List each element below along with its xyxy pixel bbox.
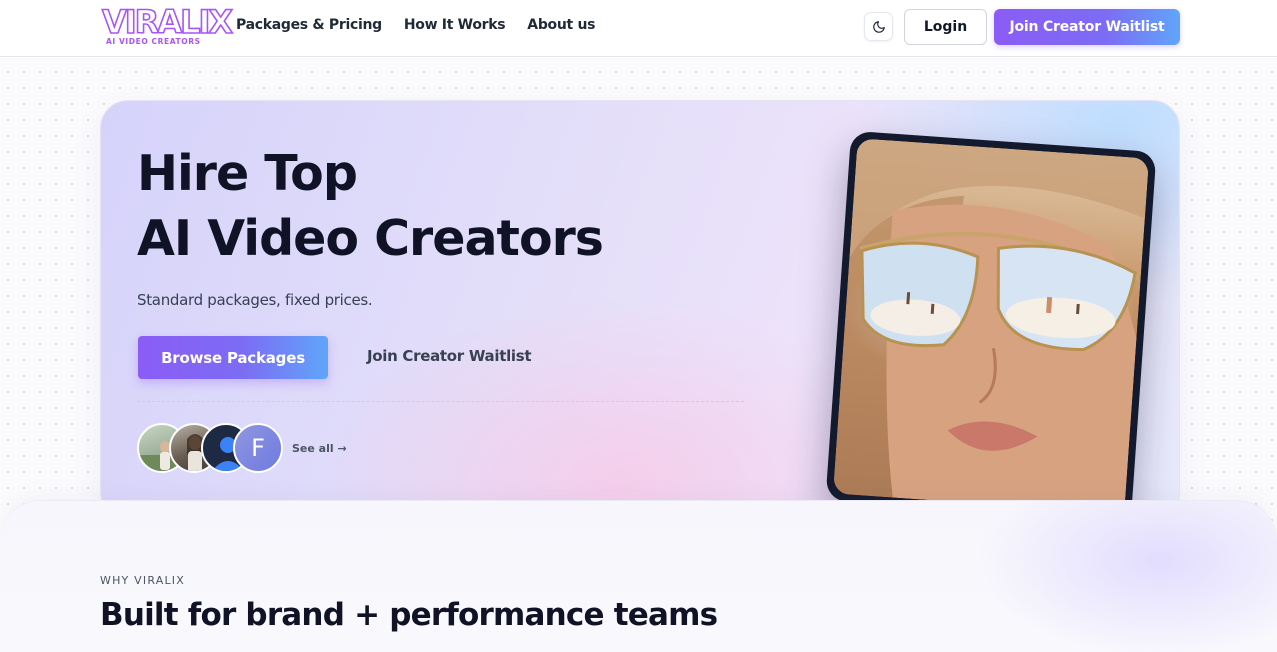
hero-subtitle: Standard packages, fixed prices. — [137, 291, 373, 309]
join-waitlist-link[interactable]: Join Creator Waitlist — [367, 347, 532, 365]
join-waitlist-button[interactable]: Join Creator Waitlist — [994, 9, 1180, 45]
hero-title-line-2: AI Video Creators — [137, 210, 604, 267]
why-viralix-section: WHY VIRALIX Built for brand + performanc… — [0, 500, 1277, 652]
viralix-logo[interactable]: VIRALIX AI VIDEO CREATORS — [101, 2, 234, 49]
hero-section: Hire Top AI Video Creators Standard pack… — [100, 100, 1180, 520]
section-eyebrow: WHY VIRALIX — [100, 574, 185, 587]
nav-about-us[interactable]: About us — [527, 17, 595, 33]
avatar[interactable]: F — [233, 423, 283, 473]
site-header: VIRALIX AI VIDEO CREATORS Packages & Pri… — [0, 0, 1277, 57]
showcase-phone-frame — [825, 130, 1157, 519]
browse-packages-button[interactable]: Browse Packages — [138, 336, 328, 379]
showcase-illustration — [832, 138, 1150, 514]
hero-divider — [137, 401, 744, 402]
main-nav: Packages & Pricing How It Works About us — [236, 17, 596, 33]
hero-title-line-1: Hire Top — [137, 145, 358, 202]
moon-icon — [872, 20, 885, 33]
woman-in-sunglasses-photo — [832, 138, 1150, 514]
hero-title: Hire Top AI Video Creators — [137, 141, 604, 271]
section-title: Built for brand + performance teams — [100, 597, 718, 633]
nav-how-it-works[interactable]: How It Works — [404, 17, 506, 33]
nav-packages-pricing[interactable]: Packages & Pricing — [236, 17, 382, 33]
login-button[interactable]: Login — [904, 9, 987, 45]
logo-wordmark: VIRALIX — [101, 2, 234, 42]
logo-tagline: AI VIDEO CREATORS — [106, 37, 201, 46]
see-all-link[interactable]: See all → — [292, 442, 347, 455]
theme-toggle-button[interactable] — [864, 12, 893, 41]
